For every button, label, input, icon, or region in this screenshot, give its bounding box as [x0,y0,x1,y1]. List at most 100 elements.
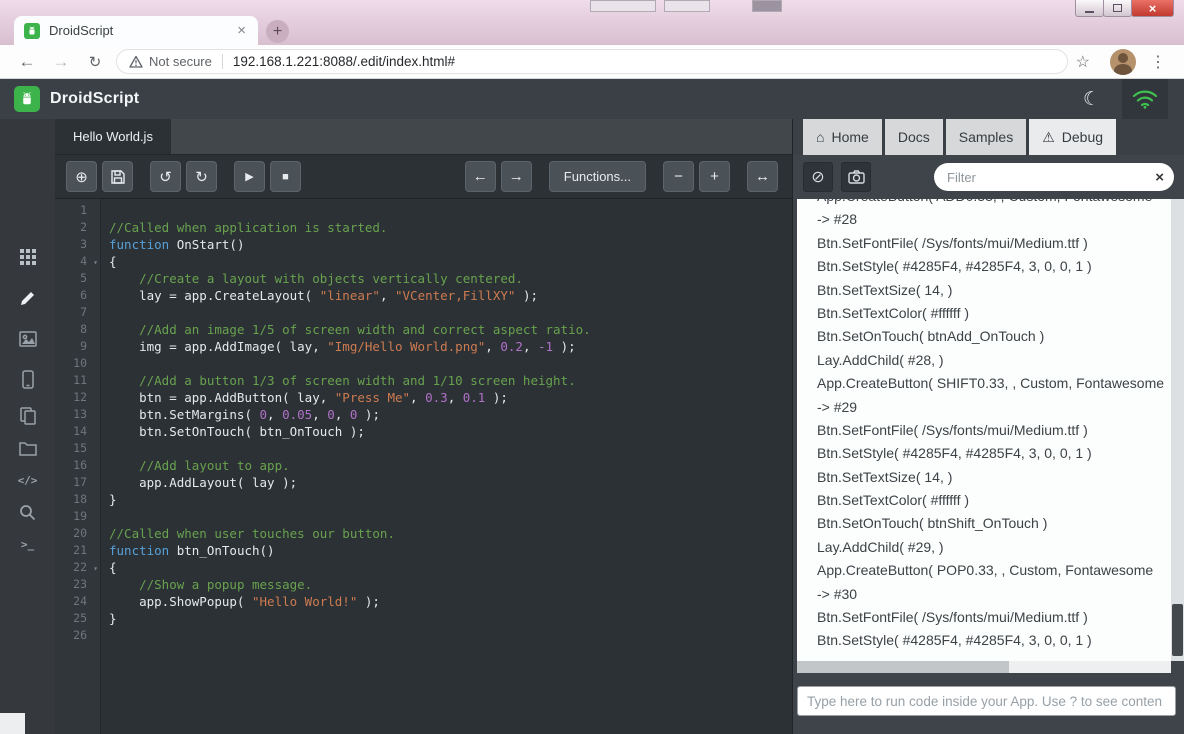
wrap-toggle-button[interactable]: ↔ [747,161,778,192]
omnibox[interactable]: Not secure 192.168.1.221:8088/.edit/inde… [116,49,1068,74]
code-line[interactable]: 1 [55,202,792,219]
url-text: 192.168.1.221:8088/.edit/index.html# [233,54,455,69]
font-smaller-button[interactable]: − [663,161,694,192]
filter-input[interactable] [934,170,1145,185]
code-line[interactable]: 20//Called when user touches our button. [55,525,792,542]
code-line[interactable]: 16 //Add layout to app. [55,457,792,474]
code-line[interactable]: 18} [55,491,792,508]
vertical-scrollbar-thumb[interactable] [1172,604,1183,656]
file-tab-hello-world[interactable]: Hello World.js [55,119,171,154]
reload-button[interactable]: ↻ [80,45,110,78]
code-text [100,355,109,372]
run-button[interactable]: ▶ [234,161,265,192]
new-tab-button[interactable]: + [266,20,289,43]
security-label[interactable]: Not secure [149,54,212,69]
code-line[interactable]: 14 btn.SetOnTouch( btn_OnTouch ); [55,423,792,440]
tab-samples[interactable]: Samples [946,119,1026,155]
line-number: 2 [55,219,100,236]
terminal-icon[interactable]: >_ [0,530,55,558]
code-line[interactable]: 3function OnStart() [55,236,792,253]
code-line[interactable]: 8 //Add an image 1/5 of screen width and… [55,321,792,338]
clear-log-button[interactable]: ⊘ [803,162,833,192]
code-line[interactable]: 24 app.ShowPopup( "Hello World!" ); [55,593,792,610]
code-line[interactable]: 23 //Show a popup message. [55,576,792,593]
fold-marker-icon[interactable]: ▾ [93,254,98,271]
back-button[interactable]: ← [12,45,42,78]
image-icon[interactable] [0,325,55,353]
code-line[interactable]: 5 //Create a layout with objects vertica… [55,270,792,287]
log-row: App.CreateButton( POP0.33, , Custom, Fon… [817,559,1171,582]
code-line[interactable]: 25} [55,610,792,627]
code-line[interactable]: 4▾{ [55,253,792,270]
code-glyph: </> [18,474,38,487]
maximize-button[interactable] [1103,0,1132,17]
browser-tab[interactable]: DroidScript × [14,16,258,45]
code-line[interactable]: 11 //Add a button 1/3 of screen width an… [55,372,792,389]
screen: × DroidScript × + ← → ↻ Not secure 192.1… [0,0,1184,734]
font-larger-button[interactable]: + [699,161,730,192]
code-line[interactable]: 26 [55,627,792,644]
code-line[interactable]: 9 img = app.AddImage( lay, "Img/Hello Wo… [55,338,792,355]
code-line[interactable]: 21function btn_OnTouch() [55,542,792,559]
tab-close-icon[interactable]: × [235,22,248,39]
code-line[interactable]: 13 btn.SetMargins( 0, 0.05, 0, 0 ); [55,406,792,423]
horizontal-scrollbar[interactable] [797,661,1171,673]
copy-pages-icon[interactable] [0,402,55,430]
code-editor[interactable]: 12//Called when application is started.3… [55,199,792,734]
add-file-button[interactable]: ⊕ [66,161,97,192]
phone-icon[interactable] [0,365,55,393]
tab-debug[interactable]: ⚠ Debug [1029,119,1116,155]
line-number: 25 [55,610,100,627]
code-line[interactable]: 12 btn = app.AddButton( lay, "Press Me",… [55,389,792,406]
tab-home[interactable]: ⌂ Home [803,119,882,155]
tab-docs-label: Docs [898,129,930,145]
filter-box[interactable]: × [934,163,1174,191]
code-line[interactable]: 15 [55,440,792,457]
functions-dropdown[interactable]: Functions... [549,161,646,192]
search-icon[interactable] [0,498,55,526]
undo-button[interactable]: ↺ [150,161,181,192]
save-to-device-button[interactable] [102,161,133,192]
pencil-icon[interactable] [0,284,55,312]
code-text: //Called when application is started. [100,219,387,236]
forward-button[interactable]: → [46,45,76,78]
stop-button[interactable]: ■ [270,161,301,192]
code-line[interactable]: 7 [55,304,792,321]
dark-mode-moon-icon[interactable]: ☾ [1083,79,1100,119]
background-window-fragment [664,0,710,12]
code-line[interactable]: 17 app.AddLayout( lay ); [55,474,792,491]
screenshot-button[interactable] [841,162,871,192]
redo-button[interactable]: ↻ [186,161,217,192]
code-line[interactable]: 6 lay = app.CreateLayout( "linear", "VCe… [55,287,792,304]
profile-avatar[interactable] [1110,49,1136,75]
debug-log[interactable]: App.CreateButton( ADD0.33, , Custom, Fon… [797,199,1171,661]
code-line[interactable]: 19 [55,508,792,525]
filter-clear-icon[interactable]: × [1145,169,1174,186]
fold-marker-icon[interactable]: ▾ [93,560,98,577]
wifi-icon [1132,88,1158,110]
code-icon[interactable]: </> [0,466,55,494]
wifi-status[interactable] [1122,79,1168,119]
app-header: DroidScript ☾ [0,79,1184,119]
code-text: app.AddLayout( lay ); [100,474,297,491]
minimize-button[interactable] [1075,0,1104,17]
code-line[interactable]: 2//Called when application is started. [55,219,792,236]
horizontal-scrollbar-thumb[interactable] [797,661,1009,673]
folder-export-icon[interactable] [0,434,55,462]
browser-menu-icon[interactable]: ⋮ [1150,45,1166,78]
code-line[interactable]: 22▾{ [55,559,792,576]
code-text: btn.SetMargins( 0, 0.05, 0, 0 ); [100,406,380,423]
console-input[interactable] [798,687,1175,715]
vertical-scrollbar[interactable] [1171,199,1184,661]
nav-next-button[interactable]: → [501,161,532,192]
tab-docs[interactable]: Docs [885,119,943,155]
apps-grid-icon[interactable] [0,243,55,271]
bookmark-star-icon[interactable]: ☆ [1076,45,1090,78]
log-row: Btn.SetStyle( #4285F4, #4285F4, 3, 0, 0,… [817,255,1171,278]
line-number: 17 [55,474,100,491]
log-row: Btn.SetTextSize( 14, ) [817,466,1171,489]
close-window-button[interactable]: × [1131,0,1174,17]
debug-toolbar: ⊘ × [793,155,1184,199]
code-line[interactable]: 10 [55,355,792,372]
nav-prev-button[interactable]: ← [465,161,496,192]
